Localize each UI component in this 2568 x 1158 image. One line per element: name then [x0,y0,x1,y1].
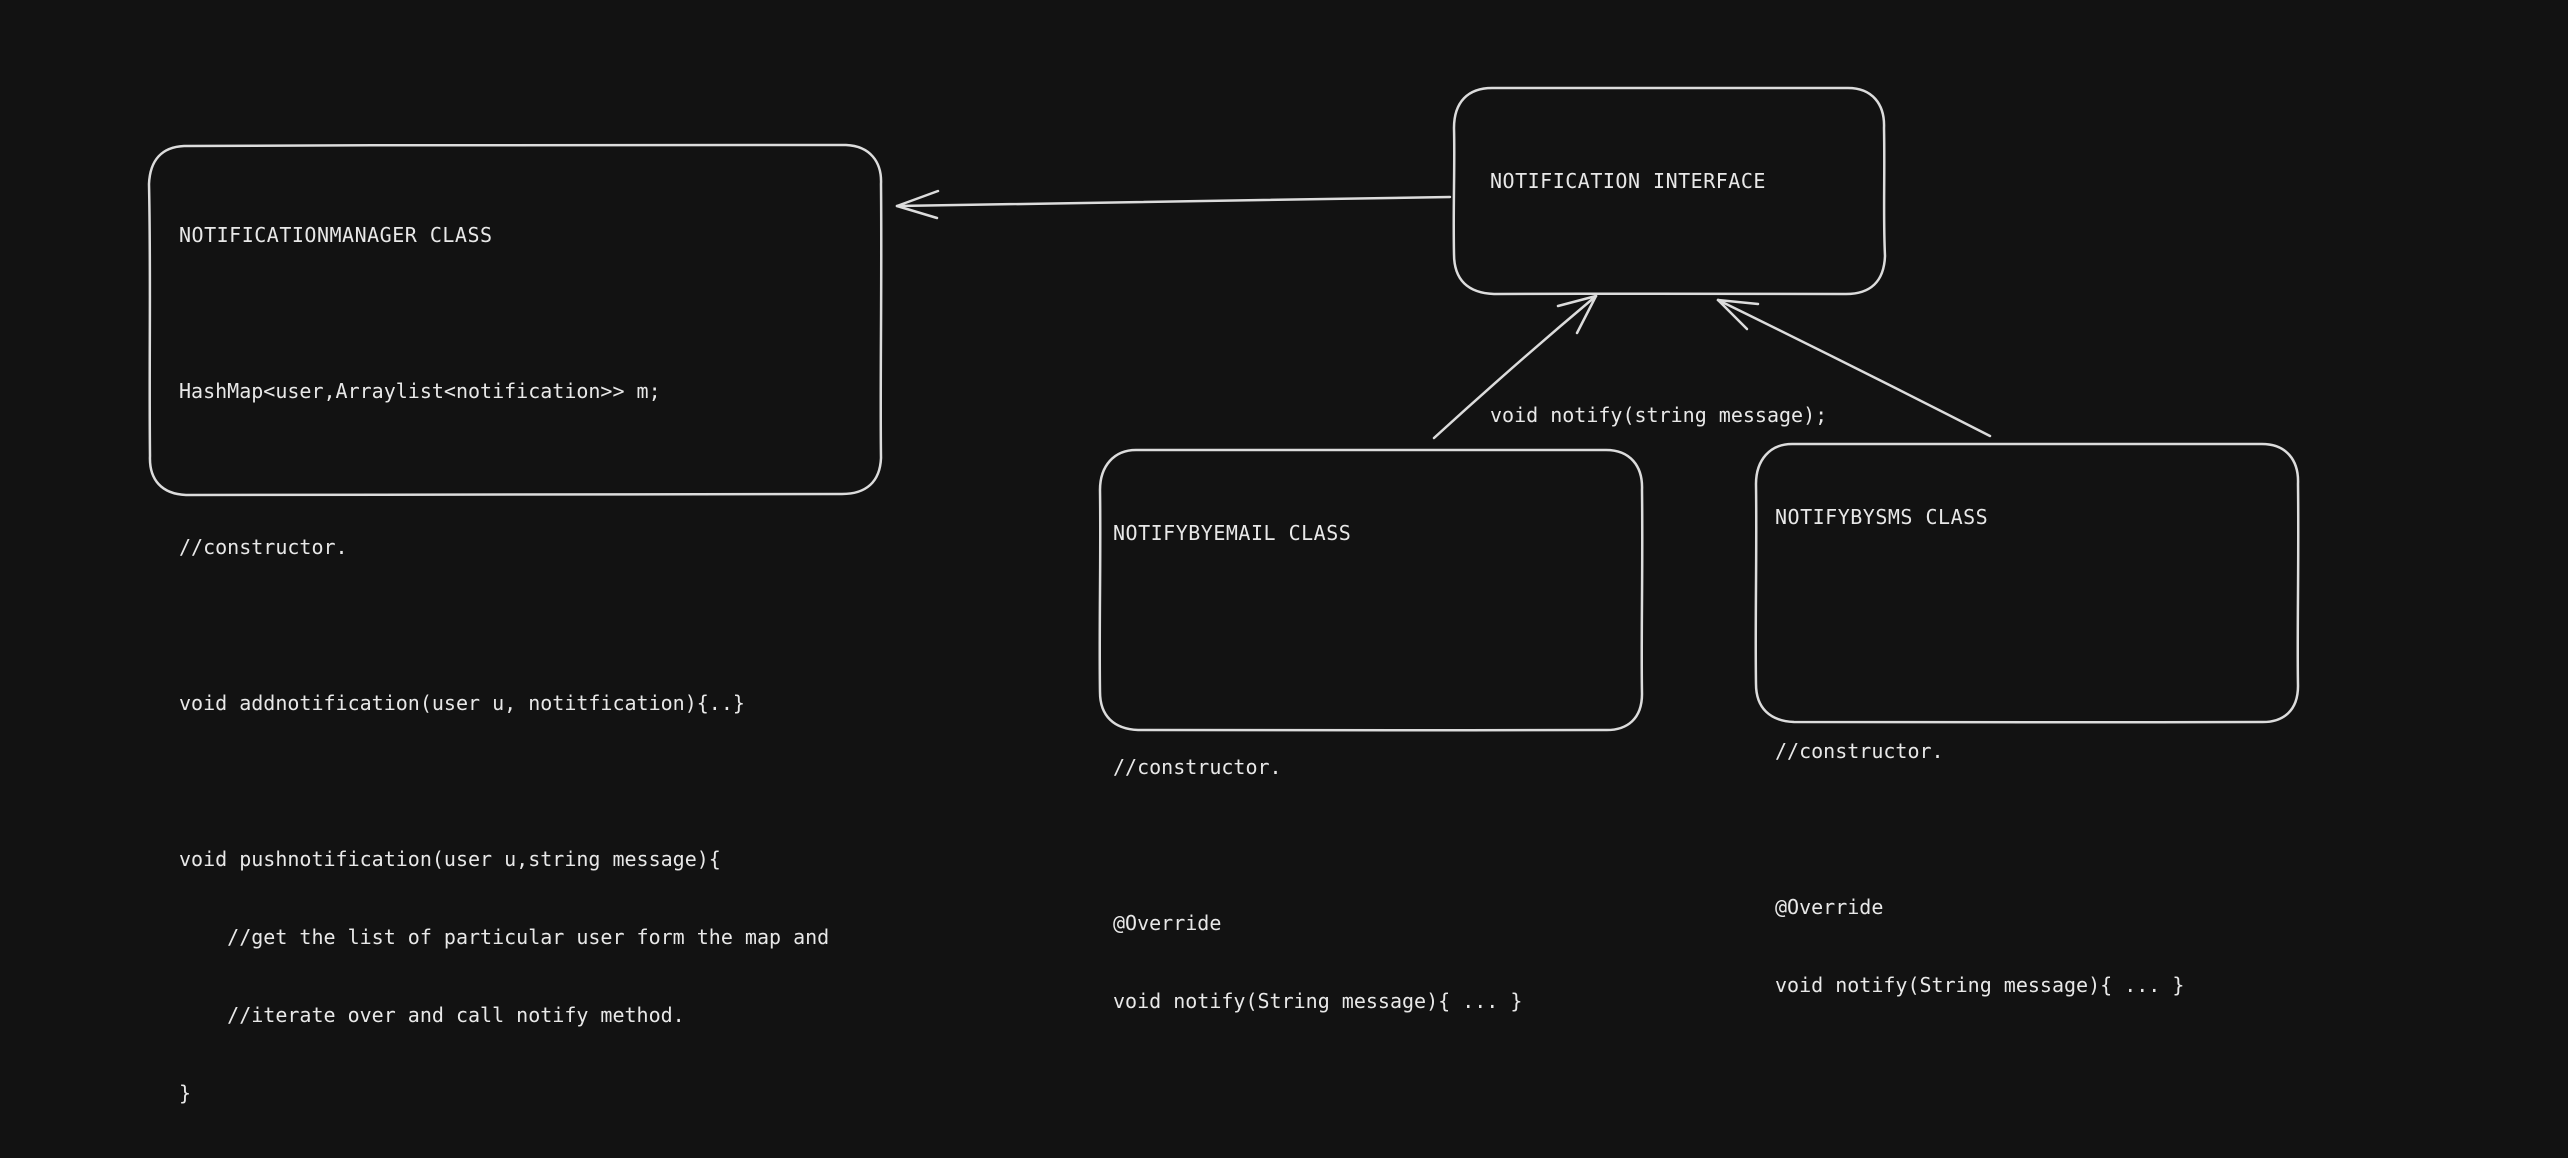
pushnotification-comment-line: //get the list of particular user form t… [179,925,830,949]
pushnotification-comment-line: //iterate over and call notify method. [179,1003,685,1027]
notification-manager-content: NOTIFICATIONMANAGER CLASS HashMap<user,A… [179,170,829,1158]
notify-method-signature-line: void notify(string message); [1490,403,1828,427]
notify-by-email-class-box: NOTIFYBYEMAIL CLASS //constructor. @Over… [1098,448,1644,1013]
notification-manager-class-box: NOTIFICATIONMANAGER CLASS HashMap<user,A… [147,143,883,1105]
notify-by-sms-content: NOTIFYBYSMS CLASS //constructor. @Overri… [1775,452,2184,1050]
addnotification-method-line: void addnotification(user u, notitficati… [179,691,745,715]
notify-by-sms-title: NOTIFYBYSMS CLASS [1775,505,1989,529]
notify-method-line: void notify(String message){ ... } [1113,989,1523,1013]
arrow-interface-to-manager [895,189,1452,220]
notify-by-sms-class-box: NOTIFYBYSMS CLASS //constructor. @Overri… [1754,442,2300,997]
constructor-comment-line: //constructor. [179,535,348,559]
notification-interface-content: NOTIFICATION INTERFACE void notify(strin… [1490,116,1827,480]
override-annotation-line: @Override [1113,911,1222,935]
notify-method-line: void notify(String message){ ... } [1775,973,2185,997]
notify-by-email-content: NOTIFYBYEMAIL CLASS //constructor. @Over… [1113,468,1522,1066]
hashmap-field-line: HashMap<user,Arraylist<notification>> m; [179,379,661,403]
constructor-comment-line: //constructor. [1775,739,1944,763]
pushnotification-method-line: void pushnotification(user u,string mess… [179,847,721,871]
notification-manager-title: NOTIFICATIONMANAGER CLASS [179,223,493,247]
override-annotation-line: @Override [1775,895,1884,919]
notification-interface-box: NOTIFICATION INTERFACE void notify(strin… [1452,86,1887,427]
closing-brace-line: } [179,1081,192,1105]
notification-interface-title: NOTIFICATION INTERFACE [1490,169,1766,193]
notify-by-email-title: NOTIFYBYEMAIL CLASS [1113,521,1352,545]
constructor-comment-line: //constructor. [1113,755,1282,779]
